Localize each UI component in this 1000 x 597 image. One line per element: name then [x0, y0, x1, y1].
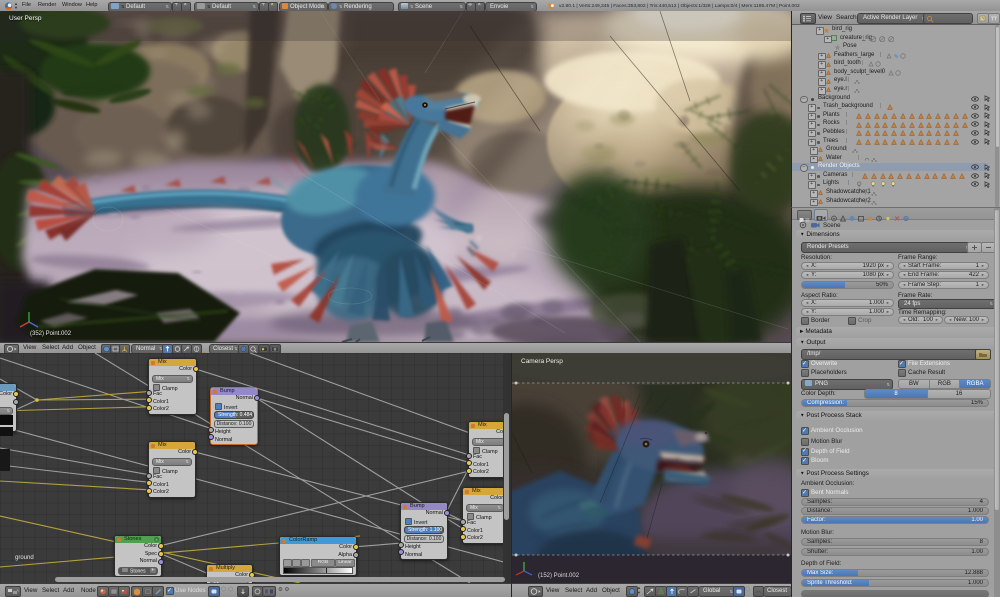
svg-text:(152) Point.002: (152) Point.002: [538, 573, 580, 579]
